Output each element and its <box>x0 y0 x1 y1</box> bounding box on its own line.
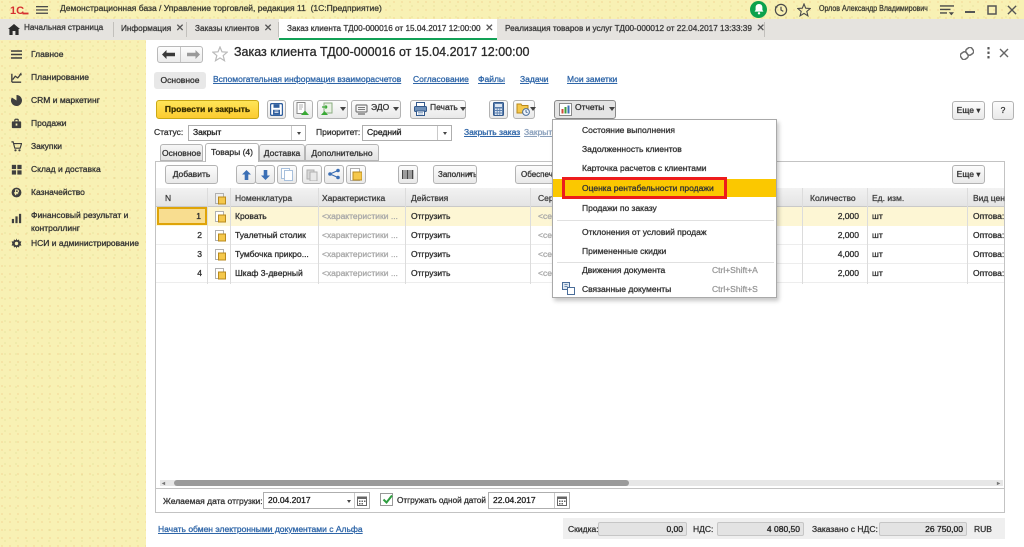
svg-text:₽: ₽ <box>14 188 19 197</box>
svg-text:1С: 1С <box>10 5 24 15</box>
